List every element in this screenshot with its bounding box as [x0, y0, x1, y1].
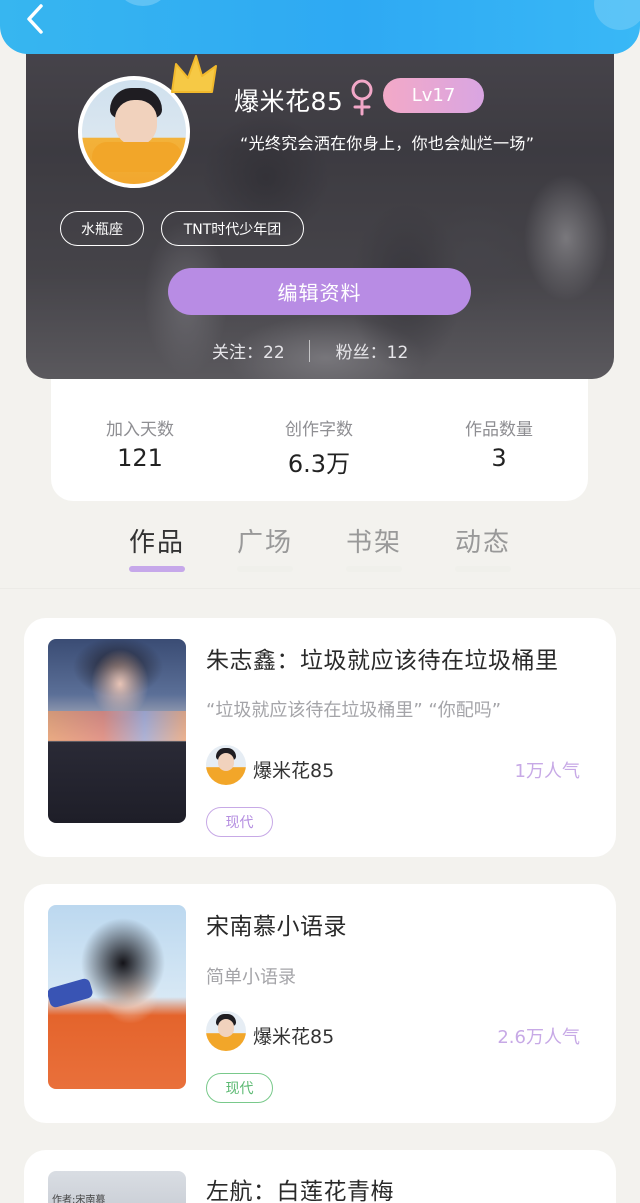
stat-value: 6.3万	[287, 450, 351, 478]
stat-label: 加入天数	[106, 420, 174, 440]
work-cover-image	[48, 639, 186, 823]
stats-card: 加入天数 121 创作字数 6.3万 作品数量 3	[51, 379, 588, 501]
profile-tag-zodiac[interactable]: 水瓶座	[60, 211, 144, 246]
divider	[308, 339, 310, 362]
author-name: 爆米花85	[253, 760, 335, 782]
tab-square[interactable]: 广场	[237, 522, 294, 572]
work-cover-image	[48, 905, 186, 1089]
top-nav-bar	[0, 0, 640, 54]
tab-indicator	[237, 566, 294, 572]
work-card[interactable]: 作者:宋南慕 左航：白莲花青梅	[24, 1150, 616, 1203]
stat-label: 作品数量	[465, 420, 533, 440]
tab-works[interactable]: 作品	[129, 522, 186, 572]
tab-label: 书架	[346, 528, 403, 558]
followers-label: 粉丝：	[335, 343, 387, 363]
tab-label: 作品	[129, 528, 186, 558]
divider	[0, 588, 640, 589]
follow-stats-row: 关注：22 粉丝：12	[212, 338, 408, 363]
decorative-bubble	[594, 0, 640, 30]
work-description: 简单小语录	[206, 967, 296, 988]
stat-label: 创作字数	[285, 420, 353, 440]
author-avatar	[206, 1011, 246, 1051]
following-label: 关注：	[212, 343, 263, 363]
stat-works-count: 作品数量 3	[419, 415, 579, 472]
work-cover-image: 作者:宋南慕	[48, 1171, 186, 1203]
stat-word-count: 创作字数 6.3万	[239, 415, 399, 479]
followers-link[interactable]: 粉丝：12	[336, 338, 409, 363]
tab-label: 动态	[455, 528, 512, 558]
username: 爆米花85	[234, 87, 344, 116]
level-badge: Lv17	[383, 78, 484, 113]
following-link[interactable]: 关注：22	[212, 338, 285, 363]
work-title: 左航：白莲花青梅	[206, 1179, 394, 1203]
chevron-left-icon	[27, 4, 43, 34]
female-gender-icon	[351, 79, 373, 116]
decorative-bubble	[118, 0, 168, 6]
tab-active-indicator	[129, 566, 186, 572]
popularity-count: 1万人气	[514, 761, 580, 782]
stat-value: 3	[491, 444, 507, 472]
work-description: “垃圾就应该待在垃圾桶里” “你配吗”	[206, 700, 502, 721]
stat-join-days: 加入天数 121	[60, 415, 220, 472]
profile-tag-group[interactable]: TNT时代少年团	[161, 211, 304, 246]
tab-indicator	[455, 566, 512, 572]
genre-tag: 现代	[206, 1073, 273, 1103]
profile-signature: “光终究会洒在你身上，你也会灿烂一场”	[240, 134, 535, 153]
author-name: 爆米花85	[253, 1026, 335, 1048]
work-card[interactable]: 朱志鑫：垃圾就应该待在垃圾桶里 “垃圾就应该待在垃圾桶里” “你配吗” 爆米花8…	[24, 618, 616, 857]
cover-caption: 作者:宋南慕	[52, 1195, 106, 1203]
edit-profile-button[interactable]: 编辑资料	[168, 268, 471, 315]
tab-bookshelf[interactable]: 书架	[346, 522, 403, 572]
crown-icon	[171, 55, 217, 93]
tab-indicator	[346, 566, 403, 572]
work-title: 宋南慕小语录	[206, 914, 347, 940]
following-count: 22	[263, 343, 285, 363]
tab-label: 广场	[237, 528, 294, 558]
popularity-count: 2.6万人气	[497, 1027, 580, 1048]
author-avatar	[206, 745, 246, 785]
genre-tag: 现代	[206, 807, 273, 837]
tab-activity[interactable]: 动态	[455, 522, 512, 572]
followers-count: 12	[386, 343, 409, 363]
stat-value: 121	[117, 444, 163, 472]
back-button[interactable]	[18, 2, 52, 36]
work-title: 朱志鑫：垃圾就应该待在垃圾桶里	[206, 648, 559, 674]
work-card[interactable]: 宋南慕小语录 简单小语录 爆米花85 2.6万人气 现代	[24, 884, 616, 1123]
profile-banner: 爆米花85 Lv17 “光终究会洒在你身上，你也会灿烂一场” 水瓶座 TNT时代…	[26, 28, 614, 379]
